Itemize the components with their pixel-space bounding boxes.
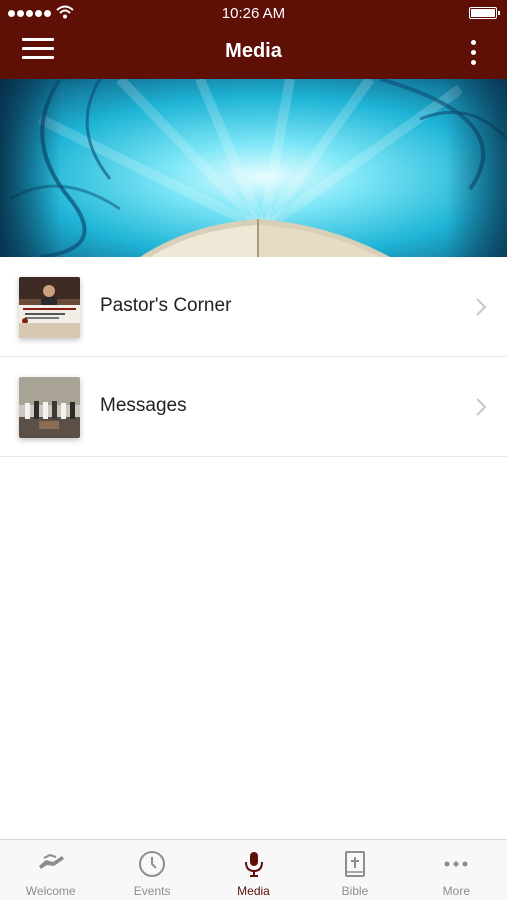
chevron-right-icon bbox=[476, 298, 487, 316]
page-title: Media bbox=[225, 40, 282, 62]
tab-events[interactable]: Events bbox=[101, 840, 202, 900]
status-time: 10:26 AM bbox=[221, 5, 286, 22]
chevron-right-icon bbox=[476, 398, 487, 416]
handshake-icon bbox=[38, 853, 64, 869]
list-item-label: Messages bbox=[100, 395, 187, 416]
header-banner-image bbox=[0, 79, 507, 257]
tab-label: Welcome bbox=[25, 884, 76, 898]
microphone-icon bbox=[244, 852, 263, 877]
tab-label: Bible bbox=[341, 884, 369, 898]
tab-welcome[interactable]: Welcome bbox=[0, 840, 101, 900]
more-dots-icon bbox=[444, 861, 468, 867]
tab-media[interactable]: Media bbox=[203, 840, 304, 900]
pastors-corner-thumbnail bbox=[19, 277, 80, 338]
bottom-tab-bar: Welcome Events Media Bible More bbox=[0, 839, 507, 900]
list-item-pastors-corner[interactable]: Pastor's Corner bbox=[0, 257, 507, 357]
tab-more[interactable]: More bbox=[406, 840, 507, 900]
clock-icon bbox=[139, 851, 166, 877]
bible-icon bbox=[344, 851, 365, 877]
battery-icon bbox=[469, 7, 500, 19]
media-list: Pastor's Corner Messages bbox=[0, 257, 507, 457]
tab-label: Media bbox=[237, 884, 270, 898]
status-bar: 10:26 AM bbox=[0, 0, 507, 28]
more-options-button[interactable] bbox=[469, 40, 477, 66]
tab-label: Events bbox=[133, 884, 171, 898]
list-item-label: Pastor's Corner bbox=[100, 295, 232, 316]
top-bar: 10:26 AM Media bbox=[0, 0, 507, 79]
messages-thumbnail bbox=[19, 377, 80, 438]
tab-bible[interactable]: Bible bbox=[304, 840, 405, 900]
tab-label: More bbox=[442, 884, 470, 898]
list-item-messages[interactable]: Messages bbox=[0, 357, 507, 457]
